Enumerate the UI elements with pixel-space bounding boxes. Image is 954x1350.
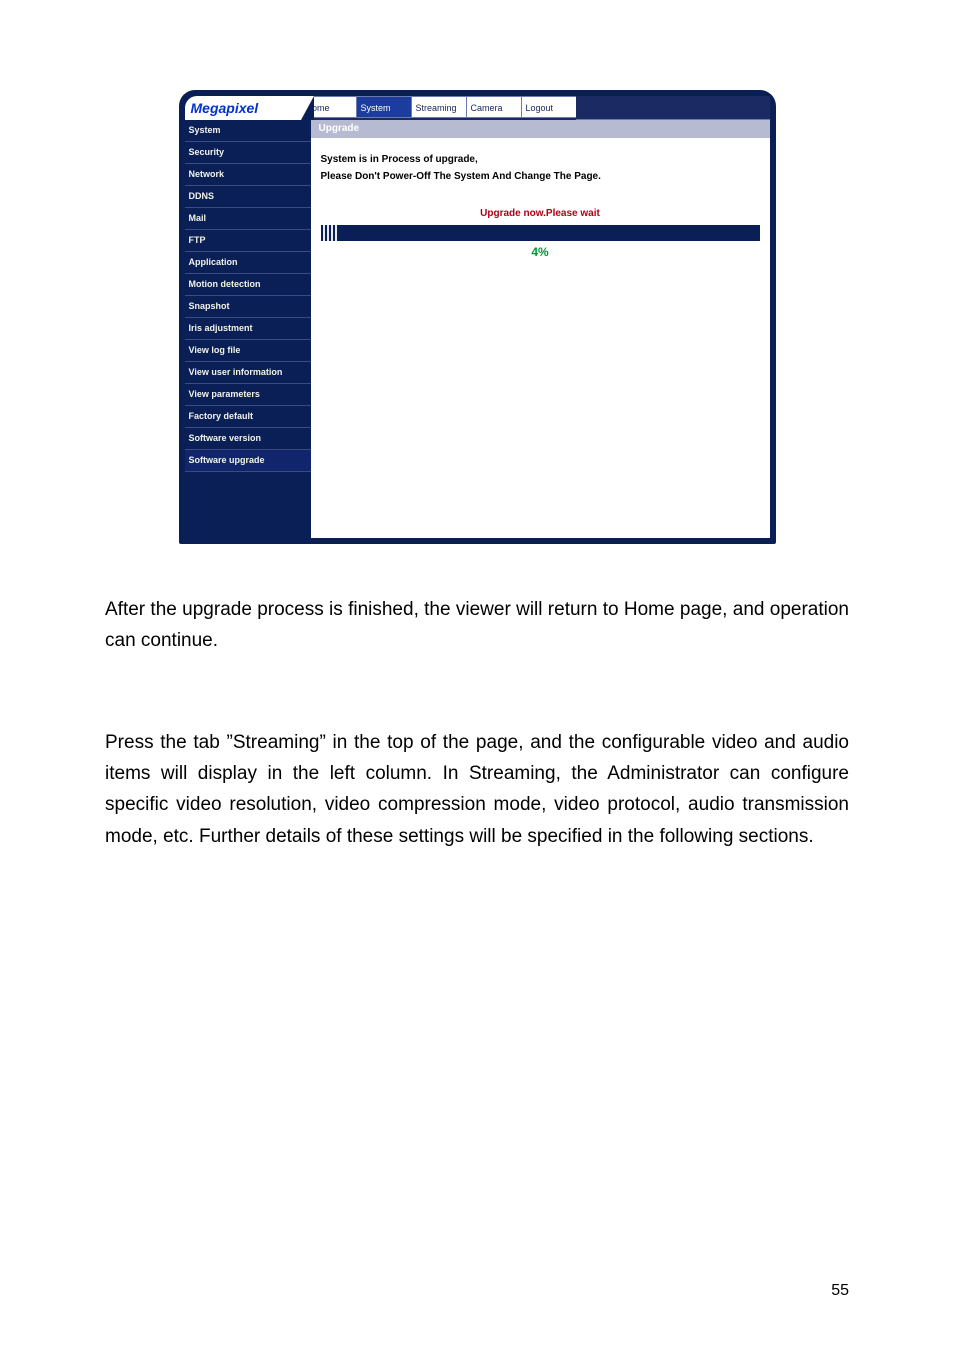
logo-wrap: Megapixel [185,96,301,121]
upgrade-msg-1: System is in Process of upgrade, [321,154,760,165]
sidebar-item-view-log-file[interactable]: View log file [185,340,311,362]
upgrade-wait: Upgrade now.Please wait [321,208,760,219]
sidebar-item-network[interactable]: Network [185,164,311,186]
top-nav: Home System Streaming Camera Logout [301,96,770,120]
tab-logout[interactable]: Logout [521,96,576,118]
sidebar-item-view-parameters[interactable]: View parameters [185,384,311,406]
logo: Megapixel [185,100,259,116]
progress-fill [321,225,339,241]
upgrade-msg-2: Please Don't Power-Off The System And Ch… [321,171,760,182]
progress-percent: 4% [321,245,760,259]
sidebar-item-ftp[interactable]: FTP [185,230,311,252]
page-number: 55 [831,1282,849,1300]
sidebar-item-ddns[interactable]: DDNS [185,186,311,208]
sidebar-item-motion-detection[interactable]: Motion detection [185,274,311,296]
tab-camera[interactable]: Camera [466,96,521,118]
sidebar-item-mail[interactable]: Mail [185,208,311,230]
section-title: Upgrade [311,120,770,138]
sidebar-item-view-user-information[interactable]: View user information [185,362,311,384]
admin-ui-screenshot: Megapixel Home System Streaming Camera L… [179,90,776,544]
tab-streaming[interactable]: Streaming [411,96,466,118]
sidebar-item-system[interactable]: System [185,120,311,142]
doc-paragraph-1: After the upgrade process is finished, t… [105,594,849,657]
sidebar: System Security Network DDNS Mail FTP Ap… [185,120,311,538]
sidebar-item-snapshot[interactable]: Snapshot [185,296,311,318]
sidebar-item-software-version[interactable]: Software version [185,428,311,450]
progress-bar [321,225,760,241]
doc-paragraph-2: Press the tab ”Streaming” in the top of … [105,727,849,852]
sidebar-item-factory-default[interactable]: Factory default [185,406,311,428]
sidebar-item-iris-adjustment[interactable]: Iris adjustment [185,318,311,340]
sidebar-item-application[interactable]: Application [185,252,311,274]
content-panel: Upgrade System is in Process of upgrade,… [311,120,770,538]
tab-system[interactable]: System [356,96,411,118]
sidebar-item-security[interactable]: Security [185,142,311,164]
sidebar-item-software-upgrade[interactable]: Software upgrade [185,450,311,472]
